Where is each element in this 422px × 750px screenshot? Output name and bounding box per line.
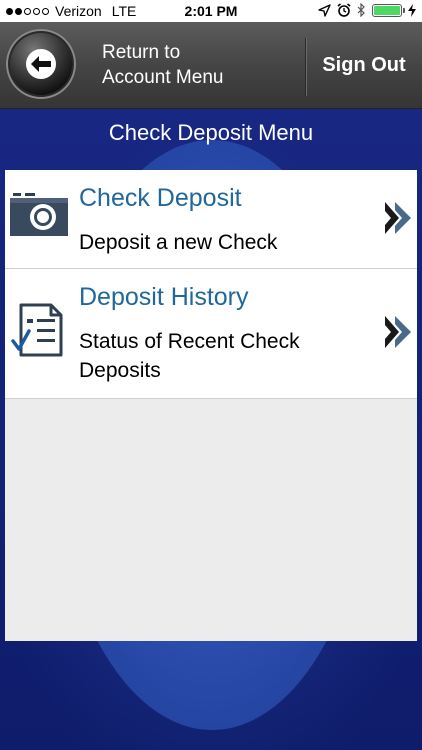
app-header: Return to Account Menu Sign Out	[0, 22, 422, 109]
alarm-icon	[337, 3, 351, 17]
menu-item-check-deposit[interactable]: Check Deposit Deposit a new Check	[5, 170, 417, 269]
menu-panel: Check Deposit Deposit a new Check Deposi…	[5, 170, 417, 641]
battery-icon	[372, 3, 405, 17]
camera-icon	[10, 193, 68, 236]
menu-title: Check Deposit Menu	[108, 120, 314, 145]
charging-icon	[408, 3, 416, 17]
status-right	[318, 3, 416, 17]
back-button[interactable]	[6, 29, 76, 99]
deposit-history-description: Status of Recent Check Deposits	[79, 330, 300, 382]
status-bar: Verizon LTE 2:01 PM	[0, 0, 422, 22]
back-arrow-icon	[26, 49, 56, 79]
return-label-line2: Account Menu	[102, 67, 224, 88]
chevron-right-icon	[385, 202, 411, 234]
check-deposit-title: Check Deposit	[79, 184, 242, 212]
check-deposit-description: Deposit a new Check	[79, 231, 278, 254]
deposit-history-title: Deposit History	[79, 283, 249, 311]
bluetooth-icon	[357, 3, 365, 17]
app-screen: Verizon LTE 2:01 PM Return to Account Me…	[0, 0, 422, 750]
return-label-line1: Return to	[102, 42, 181, 63]
chevron-right-icon	[385, 316, 411, 348]
return-to-account-menu-link[interactable]: Return to Account Menu	[102, 40, 223, 90]
document-check-icon	[11, 303, 63, 357]
location-icon	[318, 3, 331, 17]
sign-out-button[interactable]: Sign Out	[306, 22, 422, 108]
menu-item-deposit-history[interactable]: Deposit History Status of Recent Check D…	[5, 269, 417, 399]
